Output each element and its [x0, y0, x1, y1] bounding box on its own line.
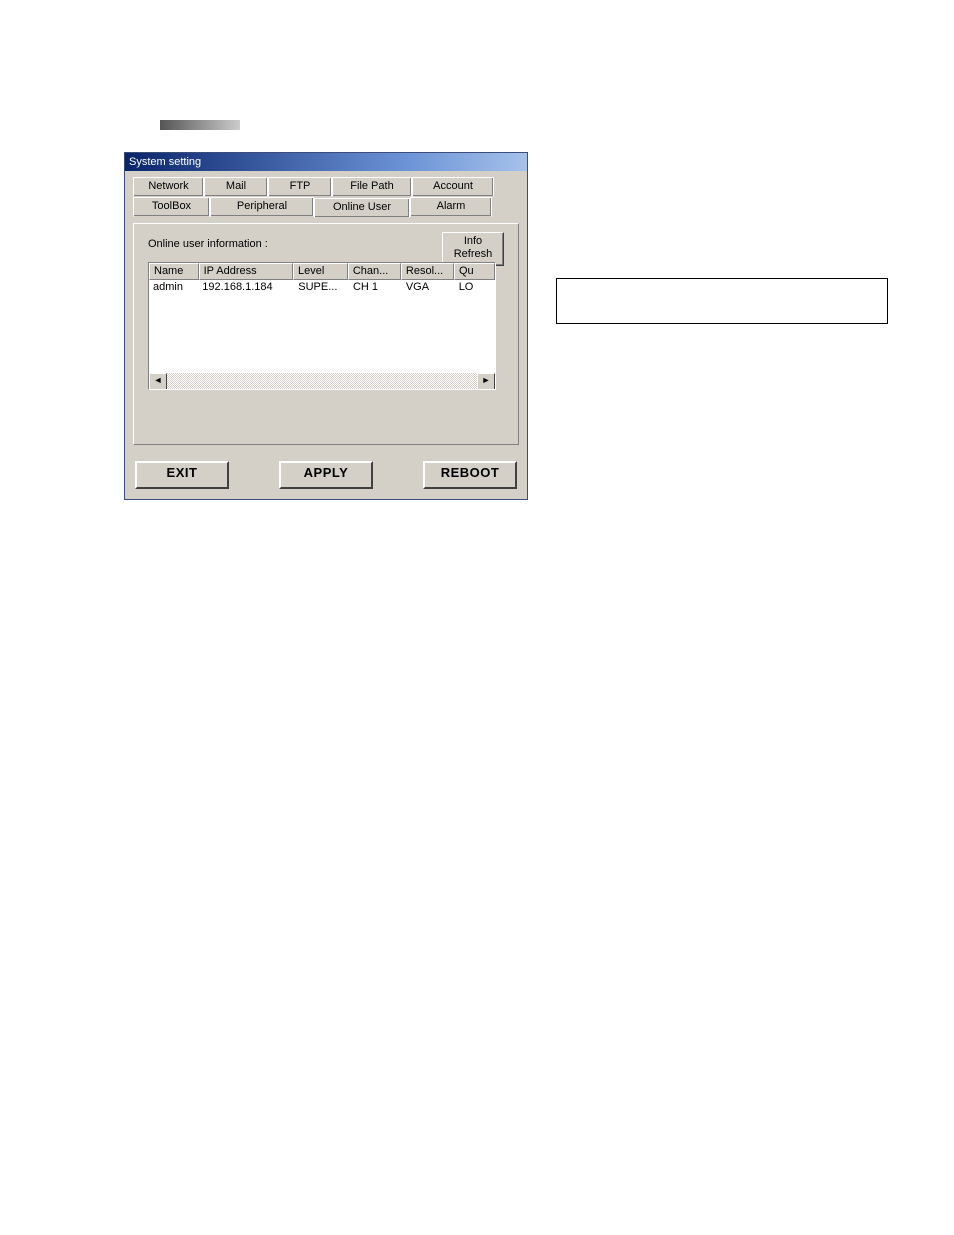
- table-row[interactable]: admin 192.168.1.184 SUPE... CH 1 VGA LO: [149, 280, 495, 295]
- tab-online-user[interactable]: Online User: [314, 198, 410, 218]
- horizontal-scrollbar[interactable]: ◄ ►: [149, 373, 495, 389]
- tab-ftp[interactable]: FTP: [268, 177, 332, 197]
- reboot-button[interactable]: REBOOT: [423, 461, 517, 489]
- cell-level: SUPE...: [294, 280, 349, 295]
- tab-panel-online-user: Online user information : Info Refresh N…: [133, 223, 519, 445]
- window-title: System setting: [129, 156, 201, 168]
- col-ip-address[interactable]: IP Address: [199, 263, 293, 280]
- col-quality[interactable]: Qu: [454, 263, 495, 280]
- annotation-box: [556, 278, 888, 324]
- tab-strip: Network Mail FTP File Path Account ToolB…: [133, 177, 519, 217]
- apply-button[interactable]: APPLY: [279, 461, 373, 489]
- listview-header[interactable]: Name IP Address Level Chan... Resol... Q…: [149, 263, 495, 280]
- system-setting-window: System setting Network Mail FTP File Pat…: [124, 152, 528, 500]
- tab-mail[interactable]: Mail: [204, 177, 268, 197]
- decorative-gradient-bar: [160, 120, 240, 130]
- window-client-area: Network Mail FTP File Path Account ToolB…: [125, 171, 527, 499]
- col-resolution[interactable]: Resol...: [401, 263, 454, 280]
- info-refresh-line2: Refresh: [443, 248, 503, 261]
- window-titlebar[interactable]: System setting: [125, 153, 527, 171]
- online-user-listview[interactable]: Name IP Address Level Chan... Resol... Q…: [148, 262, 496, 390]
- tab-network[interactable]: Network: [133, 177, 204, 197]
- cell-qual: LO: [455, 280, 495, 295]
- col-channel[interactable]: Chan...: [348, 263, 401, 280]
- info-refresh-line1: Info: [443, 235, 503, 248]
- scroll-left-arrow-icon[interactable]: ◄: [149, 373, 167, 390]
- scroll-track[interactable]: [167, 373, 477, 389]
- tab-alarm[interactable]: Alarm: [410, 197, 492, 217]
- cell-name: admin: [149, 280, 198, 295]
- col-level[interactable]: Level: [293, 263, 348, 280]
- cell-ip: 192.168.1.184: [198, 280, 294, 295]
- bottom-button-row: EXIT APPLY REBOOT: [133, 461, 519, 489]
- tab-peripheral[interactable]: Peripheral: [210, 197, 314, 217]
- exit-button[interactable]: EXIT: [135, 461, 229, 489]
- tab-file-path[interactable]: File Path: [332, 177, 412, 197]
- cell-chan: CH 1: [349, 280, 402, 295]
- cell-resol: VGA: [402, 280, 455, 295]
- col-name[interactable]: Name: [149, 263, 199, 280]
- tab-account[interactable]: Account: [412, 177, 494, 197]
- tab-toolbox[interactable]: ToolBox: [133, 197, 210, 217]
- scroll-right-arrow-icon[interactable]: ►: [477, 373, 495, 390]
- info-refresh-button[interactable]: Info Refresh: [442, 232, 504, 266]
